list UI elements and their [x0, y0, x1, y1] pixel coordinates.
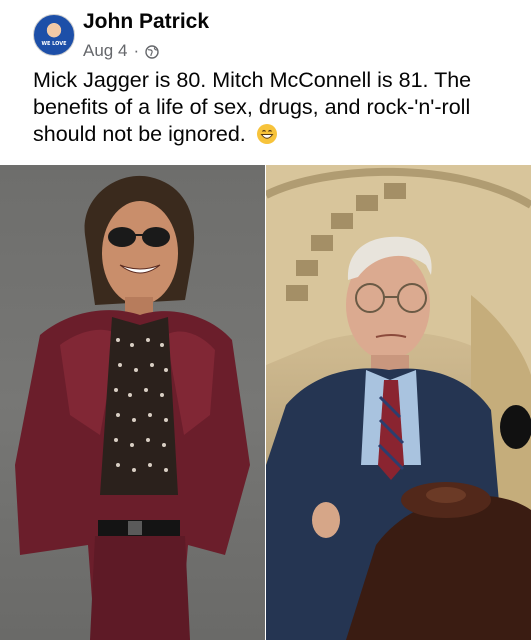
photo-collage[interactable]: [0, 165, 531, 640]
rock-star-photo[interactable]: [0, 165, 265, 640]
author-name[interactable]: John Patrick: [83, 10, 209, 34]
avatar[interactable]: WE LOVE: [33, 14, 75, 56]
post-text: Mick Jagger is 80. Mitch McConnell is 81…: [33, 67, 523, 148]
post-date[interactable]: Aug 4: [83, 41, 127, 61]
post-header: WE LOVE John Patrick Aug 4 · Mick Jagger…: [0, 0, 531, 165]
post-body: Mick Jagger is 80. Mitch McConnell is 81…: [33, 68, 472, 146]
post-meta: Aug 4 ·: [83, 41, 159, 61]
globe-icon[interactable]: [145, 44, 159, 59]
avatar-shirt-text: WE LOVE: [41, 41, 67, 47]
meta-separator: ·: [133, 41, 140, 60]
grinning-face-icon: [256, 123, 278, 145]
politician-photo[interactable]: [266, 165, 531, 640]
